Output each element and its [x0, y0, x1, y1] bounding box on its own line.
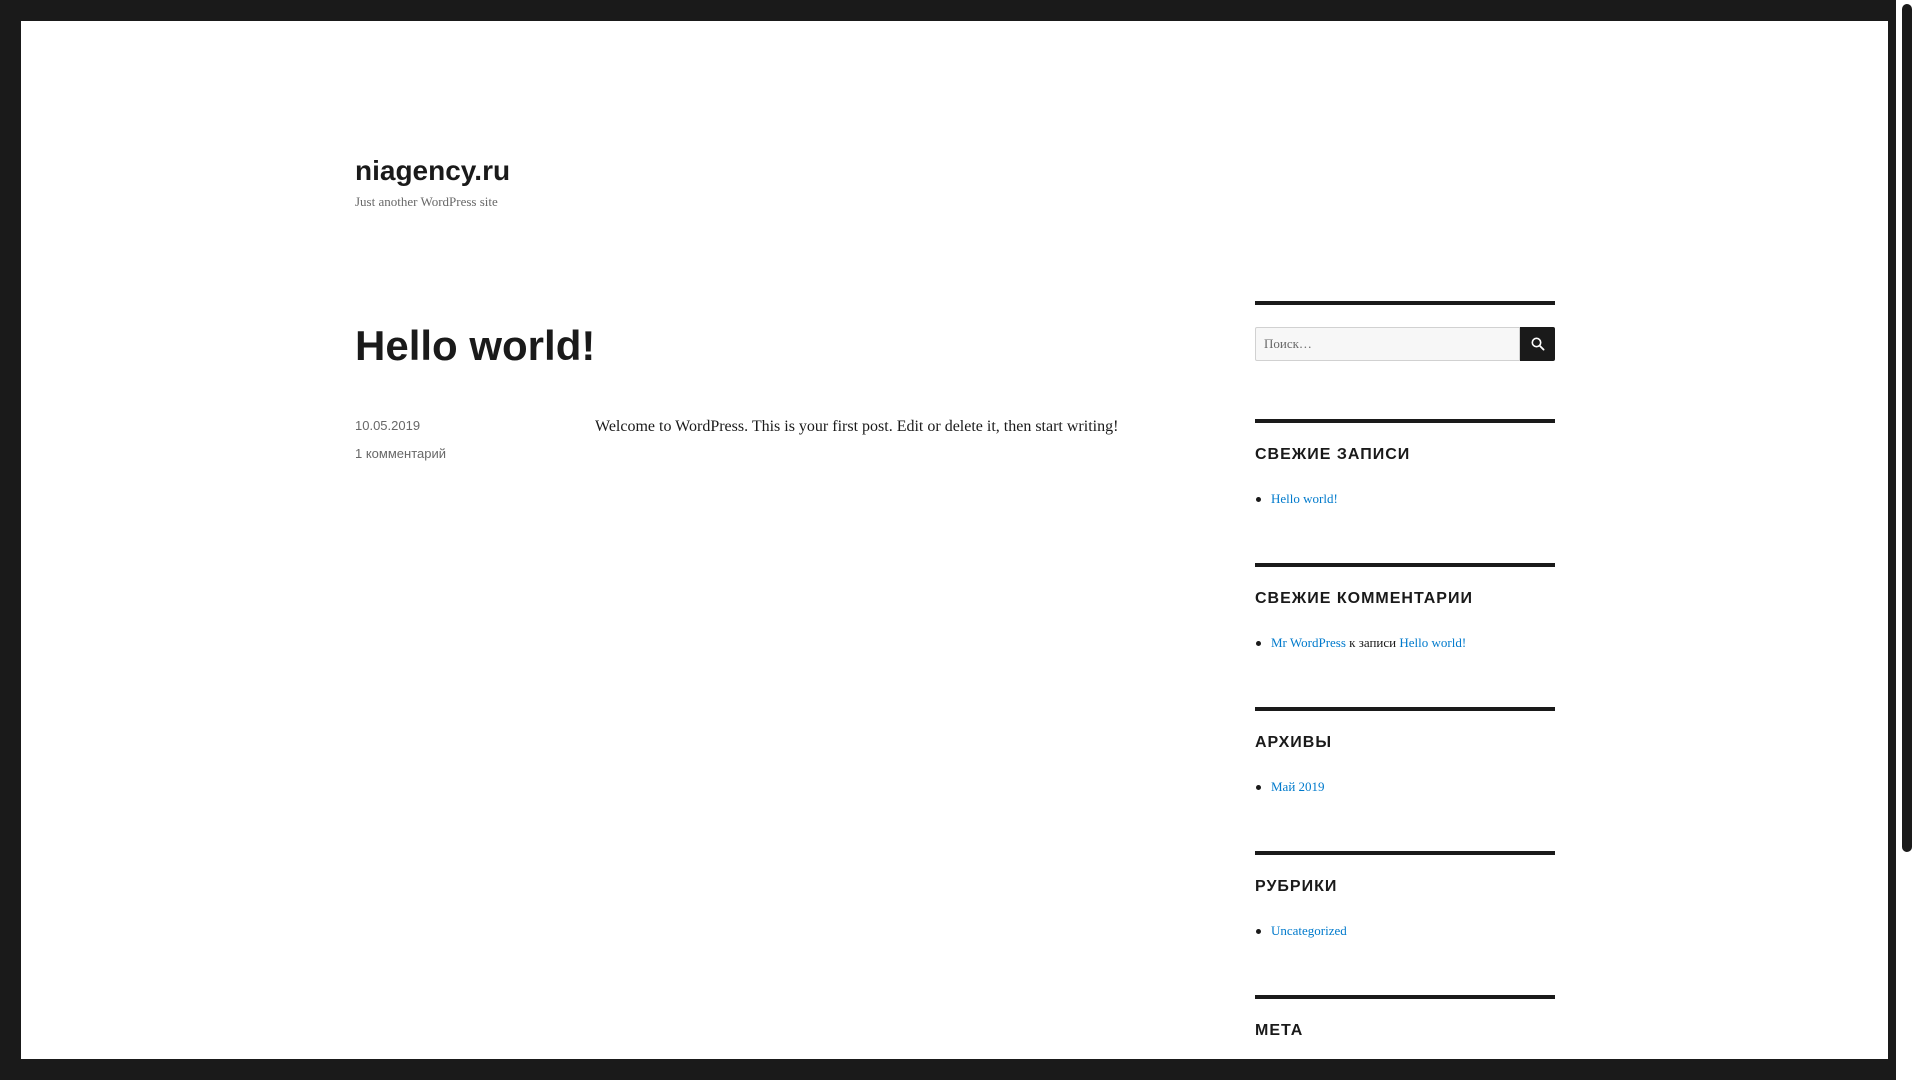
categories-list: Uncategorized	[1255, 921, 1555, 941]
list-item: Mr WordPress к записи Hello world!	[1255, 633, 1555, 653]
archives-list: Май 2019	[1255, 777, 1555, 797]
site-title[interactable]: niagency.ru	[355, 149, 510, 193]
archive-link[interactable]: Май 2019	[1271, 779, 1325, 794]
recent-posts-widget: СВЕЖИЕ ЗАПИСИ Hello world!	[1255, 419, 1555, 543]
recent-posts-title: СВЕЖИЕ ЗАПИСИ	[1255, 446, 1411, 463]
search-button[interactable]	[1520, 327, 1555, 361]
scrollbar[interactable]	[1896, 0, 1920, 1080]
site-page: niagency.ru Just another WordPress site …	[21, 21, 1888, 1059]
recent-posts-list: Hello world!	[1255, 489, 1555, 509]
post-comments-link[interactable]: 1 комментарий	[355, 444, 446, 464]
post-date[interactable]: 10.05.2019	[355, 416, 420, 436]
archives-title: АРХИВЫ	[1255, 734, 1333, 751]
search-icon	[1531, 337, 1545, 351]
recent-comments-title: СВЕЖИЕ КОММЕНТАРИИ	[1255, 590, 1473, 607]
recent-comments-widget: СВЕЖИЕ КОММЕНТАРИИ Mr WordPress к записи…	[1255, 563, 1555, 687]
scrollbar-thumb[interactable]	[1902, 4, 1912, 852]
comment-post-link[interactable]: Hello world!	[1399, 635, 1466, 650]
search-form	[1255, 327, 1555, 363]
archives-widget: АРХИВЫ Май 2019	[1255, 707, 1555, 831]
search-widget	[1255, 301, 1555, 369]
comment-connector: к записи	[1349, 635, 1397, 650]
categories-title: РУБРИКИ	[1255, 878, 1338, 895]
recent-comments-list: Mr WordPress к записи Hello world!	[1255, 633, 1555, 653]
site-description: Just another WordPress site	[355, 194, 498, 209]
list-item: Hello world!	[1255, 489, 1555, 509]
meta-widget: МЕТА	[1255, 995, 1555, 1059]
list-item: Май 2019	[1255, 777, 1555, 797]
categories-widget: РУБРИКИ Uncategorized	[1255, 851, 1555, 975]
post-title[interactable]: Hello world!	[355, 319, 595, 373]
search-input[interactable]	[1255, 327, 1520, 361]
recent-post-link[interactable]: Hello world!	[1271, 491, 1338, 506]
list-item: Uncategorized	[1255, 921, 1555, 941]
category-link[interactable]: Uncategorized	[1271, 923, 1347, 938]
meta-title: МЕТА	[1255, 1022, 1304, 1039]
post-content: Welcome to WordPress. This is your first…	[595, 418, 1119, 435]
comment-author-link[interactable]: Mr WordPress	[1271, 635, 1346, 650]
